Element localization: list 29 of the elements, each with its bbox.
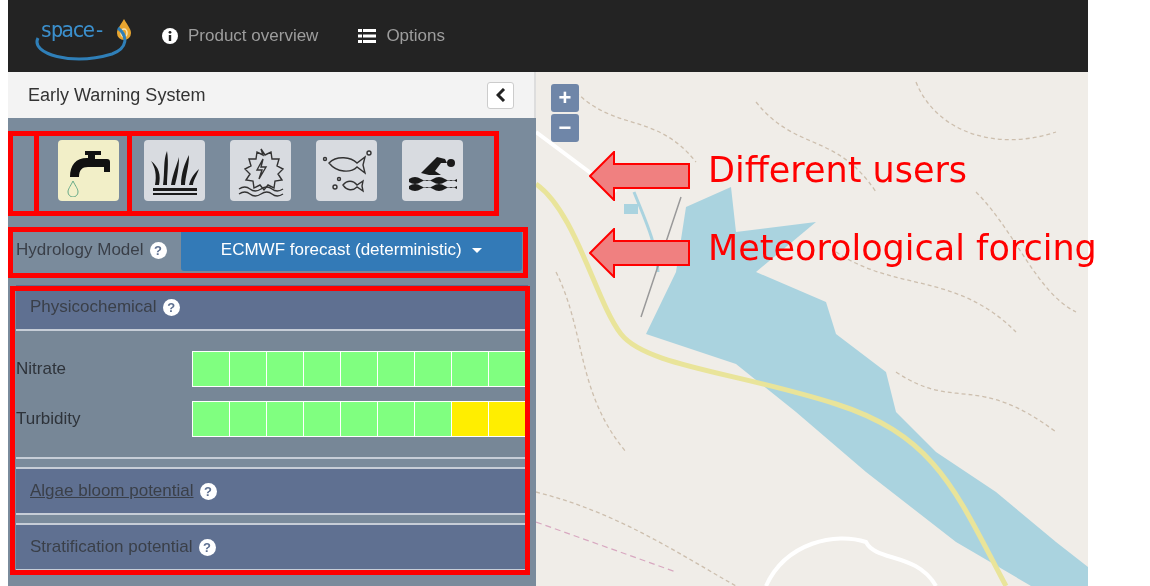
nav-link[interactable]: Product overview: [162, 26, 319, 46]
panel-title: Early Warning System: [28, 84, 206, 106]
user-type-button[interactable]: [144, 140, 205, 201]
indicator-label: Nitrate: [16, 359, 68, 379]
help-icon[interactable]: ?: [162, 298, 180, 316]
section-header[interactable]: Stratification potential ?: [16, 525, 528, 569]
field-label: Hydrology Model: [16, 240, 144, 260]
caret-icon: [471, 247, 482, 253]
section-header[interactable]: Physicochemical ?: [16, 285, 528, 329]
list-icon: [358, 29, 377, 43]
help-icon[interactable]: ?: [198, 538, 216, 556]
logo[interactable]: space-: [30, 6, 140, 66]
zoom-in-button[interactable]: +: [551, 84, 579, 112]
user-type-button[interactable]: [230, 140, 291, 201]
user-type-button[interactable]: [402, 140, 463, 201]
model-dropdown[interactable]: ECMWF forecast (deterministic): [180, 229, 522, 271]
annotation-text: Different users: [708, 150, 968, 190]
help-icon[interactable]: ?: [199, 482, 217, 500]
help-icon[interactable]: ?: [149, 241, 167, 259]
annotation-text: Meteorological forcing: [708, 228, 1097, 268]
user-type-button[interactable]: [316, 140, 377, 201]
indicator-label: Turbidity: [16, 409, 82, 429]
section-header[interactable]: Algae bloom potential ?: [16, 469, 528, 513]
info-icon: [162, 28, 178, 44]
nav-link[interactable]: Options: [358, 26, 445, 46]
collapse-button[interactable]: [487, 81, 514, 109]
chevron-left-icon: [495, 88, 506, 102]
zoom-out-button[interactable]: −: [551, 114, 579, 142]
user-type-button[interactable]: [58, 140, 119, 201]
